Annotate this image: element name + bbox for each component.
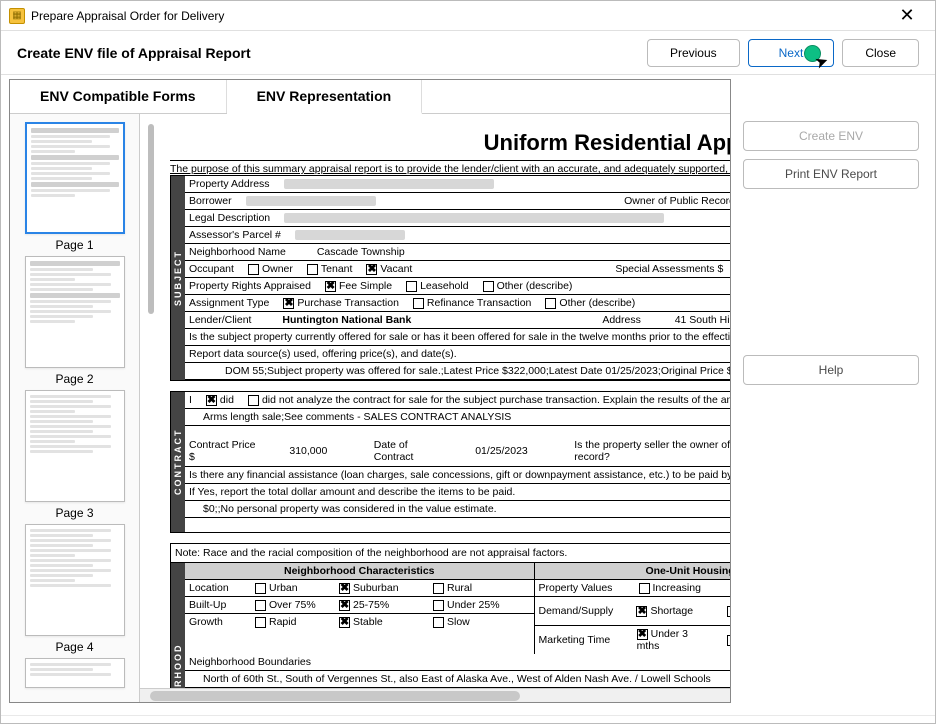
close-button[interactable]: Close [842,39,919,67]
rights-label: Property Rights Appraised [189,280,311,292]
cb-vacant [366,264,377,275]
print-env-button[interactable]: Print ENV Report [743,159,919,189]
q-sources: Report data source(s) used, offering pri… [185,346,730,363]
cb-didnot [248,395,259,406]
price-label: Contract Price $ [189,439,258,463]
cursor-icon: ➤ [812,50,831,73]
nbname-label: Neighborhood Name [189,246,286,258]
cb-leasehold [406,281,417,292]
next-button[interactable]: Next ➤ [748,39,835,67]
owner-label: Owner of Public Record [624,195,730,207]
section-neighborhood: NEIGHBORHOOD Neighborhood Characteristic… [170,562,730,702]
cb-other2 [545,298,556,309]
help-button[interactable]: Help [743,355,919,385]
viewer: Page 1 Page 2 Page 3 Page 4 [10,114,730,702]
bound-label: Neighborhood Boundaries [185,654,730,671]
content: ENV Compatible Forms ENV Representation … [1,75,935,715]
thumb-label: Page 3 [55,506,93,520]
tab-compatible[interactable]: ENV Compatible Forms [10,80,227,113]
contract-date: 01/25/2023 [475,445,528,457]
section-label-contract: CONTRACT [171,392,185,532]
lender: Huntington National Bank [282,314,411,326]
bottom-edge [1,715,935,723]
close-icon[interactable]: ✕ [887,5,927,26]
contract-price: 310,000 [289,445,327,457]
thumb-page-1[interactable]: Page 1 [18,122,131,252]
redacted [246,196,376,206]
section-label-subject: SUBJECT [171,176,185,380]
section-contract: CONTRACT Ididdid not analyze the contrac… [170,391,730,533]
document-viewer[interactable]: Uniform Residential Appraisal Report The… [140,114,730,702]
scroll-thumb[interactable] [150,691,520,701]
thumb-label: Page 4 [55,640,93,654]
document-wrap: Uniform Residential Appraisal Report The… [140,114,730,702]
horizontal-scrollbar[interactable] [140,688,730,702]
cb-other1 [483,281,494,292]
cb-refi [413,298,424,309]
redacted [295,230,405,240]
lender-addr: 41 South High Street, Columbus, OH 43287 [675,314,730,326]
q-dom: DOM 55;Subject property was offered for … [185,363,730,380]
bound: North of 60th St., South of Vergennes St… [185,671,730,688]
trends-hdr: One-Unit Housing Trends [535,563,731,580]
doc-purpose: The purpose of this summary appraisal re… [170,160,730,175]
left-panel: ENV Compatible Forms ENV Representation … [9,79,731,703]
assist-q: Is there any financial assistance (loan … [189,469,730,481]
apn-label: Assessor's Parcel # [189,229,281,241]
right-panel: Create ENV Print ENV Report Help [735,75,935,715]
redacted [284,213,664,223]
page-subtitle: Create ENV file of Appraisal Report [17,45,639,61]
date-label: Date of Contract [374,439,445,463]
window-title: Prepare Appraisal Order for Delivery [31,9,887,23]
section-label-neighborhood: NEIGHBORHOOD [171,563,185,702]
special-assess-label: Special Assessments $ [615,263,723,275]
legal-label: Legal Description [189,212,270,224]
race-note: Note: Race and the racial composition of… [170,543,730,562]
lender-label: Lender/Client [189,314,251,326]
cb-tenant [307,264,318,275]
thumb-label: Page 2 [55,372,93,386]
addr-label: Address [602,314,641,326]
zero-line: $0;;No personal property was considered … [203,503,497,515]
cb-did [206,395,217,406]
cb-owner [248,264,259,275]
create-env-button[interactable]: Create ENV [743,121,919,151]
app-icon: ▦ [9,8,25,24]
tabs: ENV Compatible Forms ENV Representation [10,80,730,114]
cb-purchase [283,298,294,309]
nc-hdr: Neighborhood Characteristics [185,563,534,580]
assign-label: Assignment Type [189,297,269,309]
section-subject: SUBJECT Property AddressCity BorrowerOwn… [170,175,730,381]
document-page: Uniform Residential Appraisal Report The… [140,114,730,702]
arms-length: Arms length sale;See comments - SALES CO… [203,411,511,423]
ifyes: If Yes, report the total dollar amount a… [189,486,515,498]
header: Create ENV file of Appraisal Report Prev… [1,31,935,75]
redacted [284,179,494,189]
tab-representation[interactable]: ENV Representation [227,80,423,114]
doc-title: Uniform Residential Appraisal Report [170,130,730,156]
seller-q: Is the property seller the owner of publ… [574,439,730,463]
thumbnails: Page 1 Page 2 Page 3 Page 4 [10,114,140,702]
window: ▦ Prepare Appraisal Order for Delivery ✕… [0,0,936,724]
thumb-page-2[interactable]: Page 2 [18,256,131,386]
previous-button[interactable]: Previous [647,39,740,67]
thumb-page-5[interactable] [18,658,131,692]
titlebar: ▦ Prepare Appraisal Order for Delivery ✕ [1,1,935,31]
borrower-label: Borrower [189,195,232,207]
cb-feesimple [325,281,336,292]
next-button-label: Next [779,46,804,60]
thumb-page-3[interactable]: Page 3 [18,390,131,520]
thumb-page-4[interactable]: Page 4 [18,524,131,654]
thumb-label: Page 1 [55,238,93,252]
nbname: Cascade Township [317,246,405,258]
occupant-label: Occupant [189,263,234,275]
prop-addr-label: Property Address [189,178,270,190]
q-offered: Is the subject property currently offere… [185,329,730,346]
